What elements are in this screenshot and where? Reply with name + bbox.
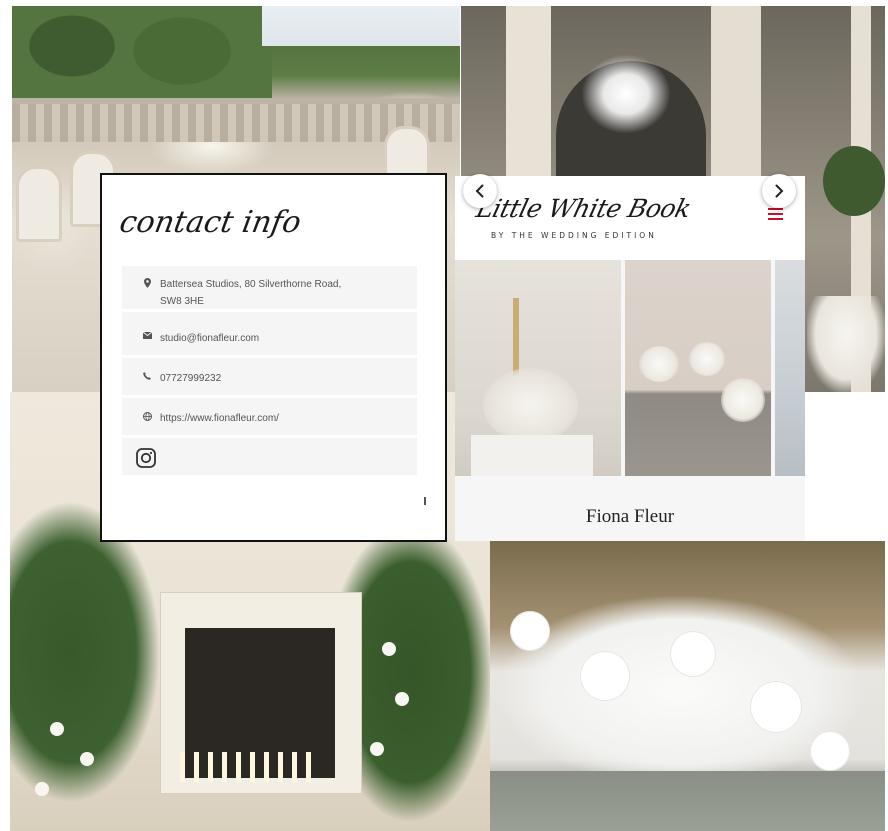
- contact-row-address: Battersea Studios, 80 Silverthorne Road,…: [122, 266, 417, 309]
- photo-bloom: [670, 631, 716, 677]
- menu-bar: [768, 208, 783, 210]
- image-carousel[interactable]: [455, 260, 805, 476]
- photo-floor: [490, 771, 885, 831]
- photo-floral-arrangement: [807, 296, 885, 392]
- carousel-next-button[interactable]: [762, 174, 796, 208]
- brand-logo[interactable]: Little White Book: [473, 194, 693, 223]
- photo-rose: [370, 742, 384, 756]
- contact-website-link[interactable]: https://www.fionafleur.com/: [160, 410, 279, 427]
- contact-phone-link[interactable]: 07727999232: [160, 370, 221, 387]
- contact-row-email[interactable]: studio@fionafleur.com: [122, 312, 417, 355]
- menu-bar: [768, 218, 783, 220]
- carousel-slide[interactable]: [455, 260, 621, 476]
- envelope-icon: [140, 330, 154, 339]
- contact-email-link[interactable]: studio@fionafleur.com: [160, 330, 259, 347]
- photo-topiary: [823, 146, 885, 216]
- photo-pedestal: [471, 435, 593, 476]
- globe-icon: [140, 410, 154, 421]
- contact-row-website[interactable]: https://www.fionafleur.com/: [122, 398, 417, 435]
- photo-bloom: [580, 651, 630, 701]
- vendor-name: Fiona Fleur: [585, 506, 675, 527]
- chevron-left-icon: [475, 184, 484, 198]
- contact-list: Battersea Studios, 80 Silverthorne Road,…: [122, 266, 417, 478]
- contact-info-heading: contact info: [116, 205, 304, 240]
- contact-row-phone[interactable]: 07727999232: [122, 358, 417, 395]
- photo-trees: [12, 6, 272, 101]
- photo-rose: [382, 642, 396, 656]
- photo-flower-cluster: [483, 368, 578, 443]
- photo-sky: [262, 6, 460, 46]
- photo-rose: [35, 782, 49, 796]
- photo-rose: [80, 752, 94, 766]
- photo-flower-puff: [689, 342, 725, 376]
- photo-rose: [50, 722, 64, 736]
- listing-header: Little White Book BY THE WEDDING EDITION: [455, 176, 805, 260]
- photo-chandelier: [581, 54, 671, 134]
- photo-bloom: [510, 611, 550, 651]
- instagram-icon[interactable]: [136, 446, 156, 468]
- carousel-prev-button[interactable]: [463, 174, 497, 208]
- photo-white-flower-installation: [490, 541, 885, 831]
- photo-flower-puff: [721, 378, 765, 422]
- photo-candle: [513, 298, 519, 378]
- phone-icon: [140, 370, 154, 380]
- carousel-slide[interactable]: [625, 260, 771, 476]
- photo-bloom: [750, 681, 802, 733]
- contact-row-instagram[interactable]: [122, 438, 417, 475]
- location-pin-icon: [140, 276, 154, 288]
- chevron-right-icon: [775, 184, 784, 198]
- brand-tagline: BY THE WEDDING EDITION: [491, 231, 657, 240]
- hamburger-menu-icon[interactable]: [768, 208, 783, 221]
- carousel-slide[interactable]: [775, 260, 805, 476]
- photo-rose: [395, 692, 409, 706]
- scroll-indicator: [424, 497, 426, 505]
- photo-flower-puff: [639, 346, 679, 382]
- photo-candles: [180, 752, 320, 782]
- contact-info-card: contact info Battersea Studios, 80 Silve…: [100, 173, 447, 542]
- menu-bar: [768, 213, 783, 215]
- photo-bloom: [810, 731, 850, 771]
- vendor-listing-card: Little White Book BY THE WEDDING EDITION…: [455, 176, 805, 541]
- contact-address-text: Battersea Studios, 80 Silverthorne Road,…: [160, 279, 342, 307]
- photo-chair: [16, 166, 62, 242]
